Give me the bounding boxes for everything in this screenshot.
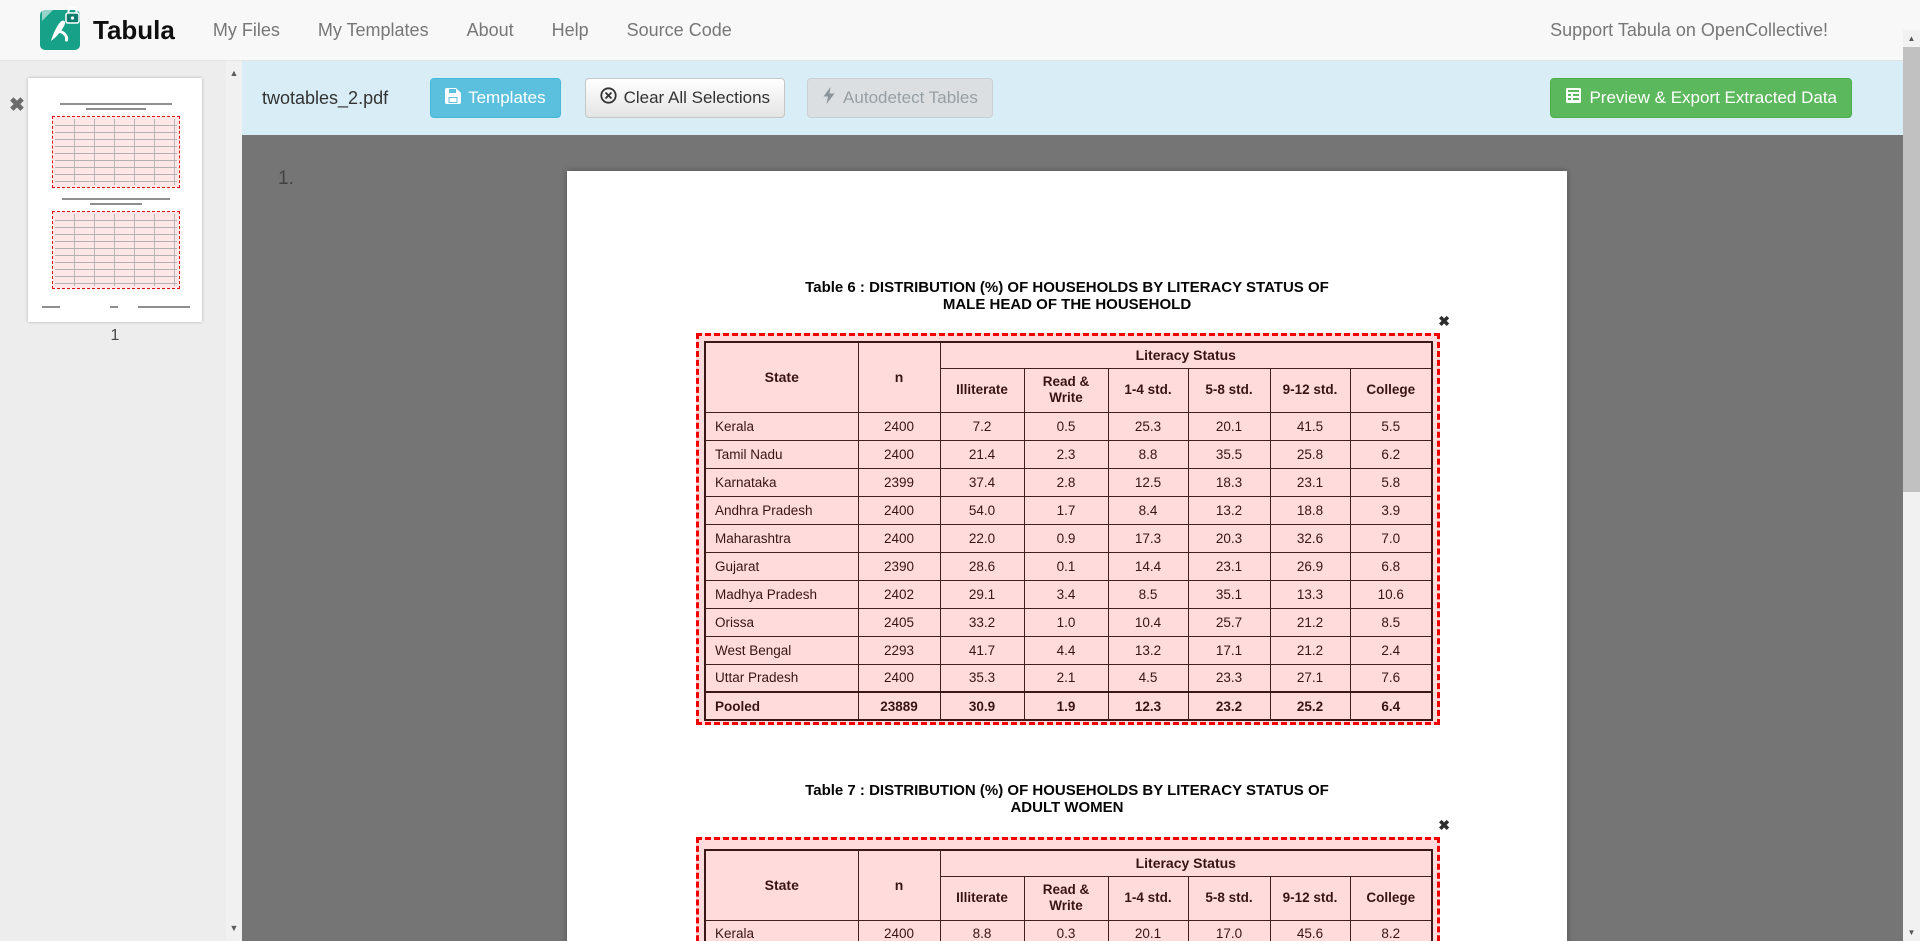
table7-selection-box[interactable]: ✖ bbox=[696, 837, 1440, 941]
support-link[interactable]: Support Tabula on OpenCollective! bbox=[1550, 20, 1828, 41]
sidebar-scrollbar[interactable]: ▲ ▼ bbox=[226, 61, 242, 941]
remove-page-button[interactable]: ✖ bbox=[9, 96, 25, 115]
brand-link[interactable]: Tabula bbox=[40, 10, 175, 50]
nav-links: My Files My Templates About Help Source … bbox=[213, 20, 732, 41]
scrollbar-thumb[interactable] bbox=[1903, 47, 1920, 492]
page-thumbnails-sidebar: ✖ 1 bbox=[0, 61, 226, 941]
document-filename: twotables_2.pdf bbox=[262, 88, 388, 109]
circle-x-icon bbox=[600, 87, 617, 109]
preview-export-button[interactable]: Preview & Export Extracted Data bbox=[1550, 78, 1852, 118]
save-template-icon bbox=[445, 88, 461, 109]
thumbnail-selection-1 bbox=[52, 116, 180, 188]
page-1-thumbnail[interactable] bbox=[28, 78, 202, 322]
thumbnail-title-line bbox=[60, 103, 172, 105]
thumbnail-table-lines bbox=[55, 119, 177, 185]
preview-export-label: Preview & Export Extracted Data bbox=[1589, 88, 1837, 108]
nav-item-help[interactable]: Help bbox=[552, 20, 589, 41]
thumbnail-footer-line bbox=[138, 306, 190, 308]
table7-title-line2: ADULT WOMEN bbox=[567, 800, 1567, 817]
table6-title-line1: Table 6 : DISTRIBUTION (%) OF HOUSEHOLDS… bbox=[567, 280, 1567, 297]
table7-selection-close-icon[interactable]: ✖ bbox=[1438, 818, 1450, 832]
tabula-pdf-lock-icon bbox=[40, 10, 80, 50]
pdf-viewer[interactable]: 1. Table 6 : DISTRIBUTION (%) OF HOUSEHO… bbox=[242, 135, 1903, 941]
table6-selection-close-icon[interactable]: ✖ bbox=[1438, 314, 1450, 328]
thumbnail-title-line bbox=[86, 108, 146, 110]
table-list-icon bbox=[1565, 87, 1582, 109]
thumbnail-footer-line bbox=[110, 306, 118, 308]
nav-item-my-files[interactable]: My Files bbox=[213, 20, 280, 41]
autodetect-tables-label: Autodetect Tables bbox=[843, 88, 978, 108]
brand-name: Tabula bbox=[93, 15, 175, 46]
table6-selection-box[interactable]: ✖ bbox=[696, 333, 1440, 725]
clear-all-selections-label: Clear All Selections bbox=[624, 88, 770, 108]
thumbnail-selection-2 bbox=[52, 211, 180, 289]
table6-title: Table 6 : DISTRIBUTION (%) OF HOUSEHOLDS… bbox=[567, 280, 1567, 313]
thumbnail-footer-line bbox=[42, 306, 60, 308]
nav-item-source-code[interactable]: Source Code bbox=[627, 20, 732, 41]
lightning-bolt-icon bbox=[822, 87, 836, 109]
scrollbar-up-arrow-icon[interactable]: ▲ bbox=[1903, 30, 1920, 47]
top-navbar: Tabula My Files My Templates About Help … bbox=[0, 0, 1920, 61]
nav-item-my-templates[interactable]: My Templates bbox=[318, 20, 429, 41]
thumbnail-title-line bbox=[90, 203, 142, 205]
table7-title-line1: Table 7 : DISTRIBUTION (%) OF HOUSEHOLDS… bbox=[567, 783, 1567, 800]
table6-title-line2: MALE HEAD OF THE HOUSEHOLD bbox=[567, 297, 1567, 314]
main-panel: twotables_2.pdf Templates Clear All Sele… bbox=[242, 61, 1903, 941]
window-scrollbar[interactable]: ▲ ▼ bbox=[1903, 30, 1920, 941]
pdf-page-1[interactable]: Table 6 : DISTRIBUTION (%) OF HOUSEHOLDS… bbox=[567, 171, 1567, 941]
templates-button-label: Templates bbox=[468, 88, 545, 108]
table7-title: Table 7 : DISTRIBUTION (%) OF HOUSEHOLDS… bbox=[567, 783, 1567, 816]
viewer-page-label: 1. bbox=[278, 168, 294, 190]
scroll-down-arrow-icon[interactable]: ▼ bbox=[230, 924, 239, 933]
templates-button[interactable]: Templates bbox=[430, 78, 560, 118]
nav-item-about[interactable]: About bbox=[467, 20, 514, 41]
thumbnail-title-line bbox=[62, 198, 170, 200]
autodetect-tables-button[interactable]: Autodetect Tables bbox=[807, 78, 993, 118]
toolbar: twotables_2.pdf Templates Clear All Sele… bbox=[242, 61, 1903, 135]
thumbnail-table-lines bbox=[55, 214, 177, 286]
clear-all-selections-button[interactable]: Clear All Selections bbox=[585, 78, 785, 118]
thumbnail-page-number: 1 bbox=[28, 327, 202, 345]
scroll-up-arrow-icon[interactable]: ▲ bbox=[230, 69, 239, 78]
scrollbar-down-arrow-icon[interactable]: ▼ bbox=[1903, 924, 1920, 941]
